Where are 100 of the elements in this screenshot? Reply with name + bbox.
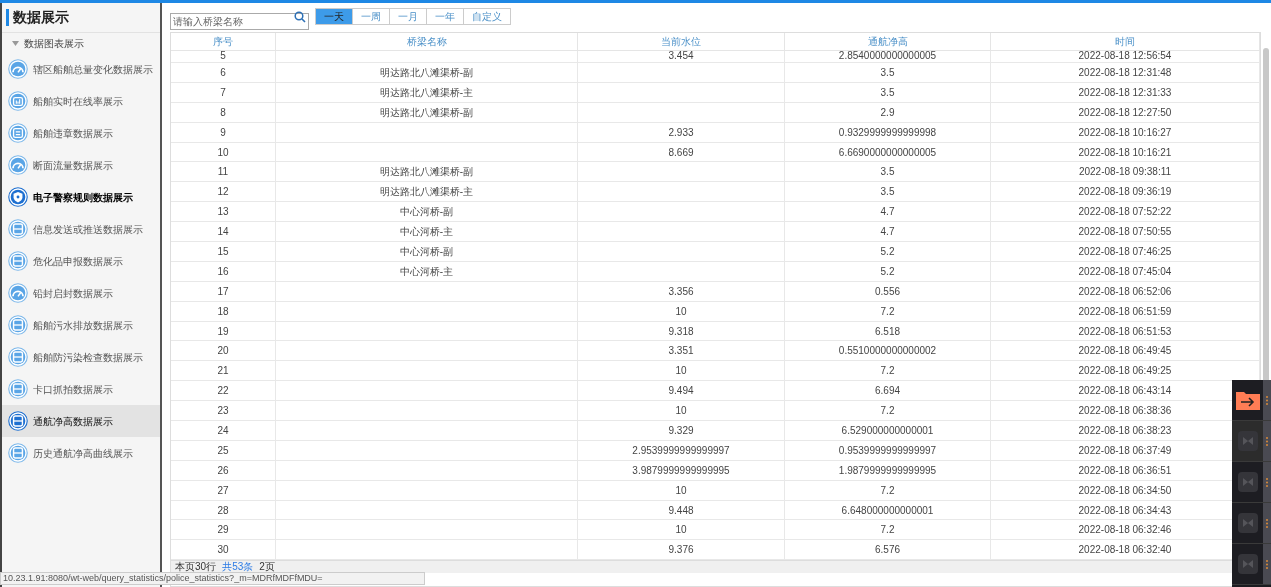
table-cell: 20: [217, 345, 229, 357]
table-cell: 2022-08-18 06:38:36: [1078, 405, 1172, 417]
page-count-text: 2页: [259, 562, 275, 573]
table-cell: 0.9539999999999997: [838, 444, 937, 456]
app-icon[interactable]: [1237, 431, 1258, 451]
sidebar-item[interactable]: 通航净高数据展示: [2, 405, 160, 437]
table-cell: 中心河桥-主: [399, 265, 454, 277]
table-cell: 7.2: [880, 524, 895, 536]
table-cell: 21: [217, 365, 229, 377]
table-cell: 24: [217, 425, 229, 437]
table-cell: 10: [675, 305, 687, 317]
table-cell: 9.329: [668, 425, 694, 437]
table-cell: 2022-08-18 06:36:51: [1078, 464, 1172, 476]
table-cell: 中心河桥-主: [399, 226, 454, 238]
gauge-icon: [8, 283, 28, 303]
inbox-icon: [8, 315, 28, 335]
table-cell: 2022-08-18 06:34:50: [1078, 484, 1172, 496]
table-cell: 2022-08-18 07:45:04: [1078, 265, 1172, 277]
table-cell: 8.669: [668, 146, 694, 158]
table-cell: 14: [217, 226, 229, 238]
table-cell: 2022-08-18 07:52:22: [1078, 206, 1172, 218]
sidebar-item[interactable]: 历史通航净高曲线展示: [2, 437, 160, 469]
page-rows-text: 本页30行: [175, 562, 217, 573]
scrollbar[interactable]: [1263, 48, 1269, 383]
table-cell: 2022-08-18 06:34:43: [1078, 504, 1172, 516]
inbox-icon: [8, 219, 28, 239]
table-cell: 2022-08-18 06:32:46: [1078, 524, 1172, 536]
table-cell: 7.2: [880, 405, 895, 417]
table-cell: 23: [217, 405, 229, 417]
table-cell: 18: [217, 305, 229, 317]
tree-group[interactable]: 数据图表展示: [2, 33, 160, 53]
table-cell: 6.694: [875, 385, 900, 397]
column-header: 序号: [171, 33, 276, 50]
table-cell: 9.494: [668, 385, 694, 397]
table-cell: 16: [217, 265, 229, 277]
sidebar-item[interactable]: 辖区船舶总量变化数据展示: [2, 53, 160, 85]
table-cell: 3.356: [668, 285, 694, 297]
sidebar-item[interactable]: 船舶违章数据展示: [2, 117, 160, 149]
search-field[interactable]: 请输入桥梁名称: [170, 13, 309, 30]
table-cell: 0.9329999999999998: [838, 126, 937, 138]
gauge-icon: [8, 59, 28, 79]
table-cell: 15: [217, 246, 229, 257]
app-icon[interactable]: [1237, 513, 1258, 533]
sidebar-item[interactable]: 铅封启封数据展示: [2, 277, 160, 309]
table-cell: 2022-08-18 10:16:27: [1078, 126, 1172, 138]
table-cell: 10: [675, 365, 687, 377]
app-icon[interactable]: [1237, 554, 1258, 574]
inbox-icon: [8, 379, 28, 399]
range-tab[interactable]: 一天: [316, 9, 352, 24]
table-cell: 6.529000000000001: [841, 425, 934, 437]
table-cell: 2022-08-18 12:56:54: [1078, 50, 1172, 61]
column-header: 通航净高: [785, 33, 991, 50]
inbox-icon: [8, 411, 28, 431]
table-cell: 2.8540000000000005: [838, 50, 937, 61]
sidebar-item[interactable]: 电子警察规则数据展示: [2, 181, 160, 213]
table-cell: 7.2: [880, 365, 895, 377]
sidebar-item[interactable]: 信息发送或推送数据展示: [2, 213, 160, 245]
sidebar-item[interactable]: 卡口抓拍数据展示: [2, 373, 160, 405]
table-cell: 0.5510000000000002: [838, 345, 937, 357]
caret-down-icon: [12, 40, 19, 46]
table-cell: 10: [217, 146, 229, 158]
column-header: 时间: [991, 33, 1260, 50]
table-cell: 29: [217, 524, 229, 536]
table-cell: 2022-08-18 06:52:06: [1078, 285, 1172, 297]
table-cell: 9.376: [668, 544, 694, 556]
table-cell: 19: [217, 325, 229, 337]
table-cell: 3.351: [668, 345, 694, 357]
gauge-icon: [8, 155, 28, 175]
table-cell: 2022-08-18 07:50:55: [1078, 226, 1172, 238]
table-cell: 2022-08-18 12:31:48: [1078, 67, 1172, 78]
table-cell: 7: [220, 86, 226, 98]
sidebar-item[interactable]: 断面流量数据展示: [2, 149, 160, 181]
sidebar-item[interactable]: 危化品申报数据展示: [2, 245, 160, 277]
table-cell: 6.576: [875, 544, 900, 556]
total-count-link[interactable]: 共53条: [222, 562, 254, 573]
table-cell: 3.5: [880, 166, 895, 178]
table-cell: 25: [217, 444, 229, 456]
sidebar-item[interactable]: 船舶污水排放数据展示: [2, 309, 160, 341]
table-cell: 6.518: [875, 325, 900, 337]
table-cell: 12: [217, 186, 229, 198]
table-cell: 5.2: [880, 265, 895, 277]
status-url: 10.23.1.91:8080/wt-web/query_statistics/police_statistics?_m=MDRfMDFfMDU=: [0, 572, 425, 585]
table-cell: 2022-08-18 06:49:45: [1078, 345, 1172, 357]
table-cell: 2022-08-18 06:37:49: [1078, 444, 1172, 456]
table-cell: 4.7: [880, 226, 895, 238]
table-cell: 22: [217, 385, 229, 397]
sidebar-item[interactable]: 船舶实时在线率展示: [2, 85, 160, 117]
table-cell: 30: [217, 544, 229, 556]
table-cell: 5: [220, 50, 226, 61]
table-cell: 明达路北八滩渠桥-副: [379, 67, 474, 78]
table-cell: 明达路北八滩渠桥-副: [379, 106, 474, 118]
table-cell: 明达路北八滩渠桥-主: [379, 186, 474, 198]
inbox-icon: [8, 347, 28, 367]
table-cell: 9.448: [668, 504, 694, 516]
search-icon[interactable]: [294, 10, 306, 23]
sidebar-item[interactable]: 船舶防污染检查数据展示: [2, 341, 160, 373]
table-cell: 3.454: [668, 50, 694, 61]
table-cell: 明达路北八滩渠桥-主: [379, 86, 474, 98]
app-icon[interactable]: [1237, 472, 1258, 492]
folder-arrow-icon[interactable]: [1235, 390, 1260, 410]
